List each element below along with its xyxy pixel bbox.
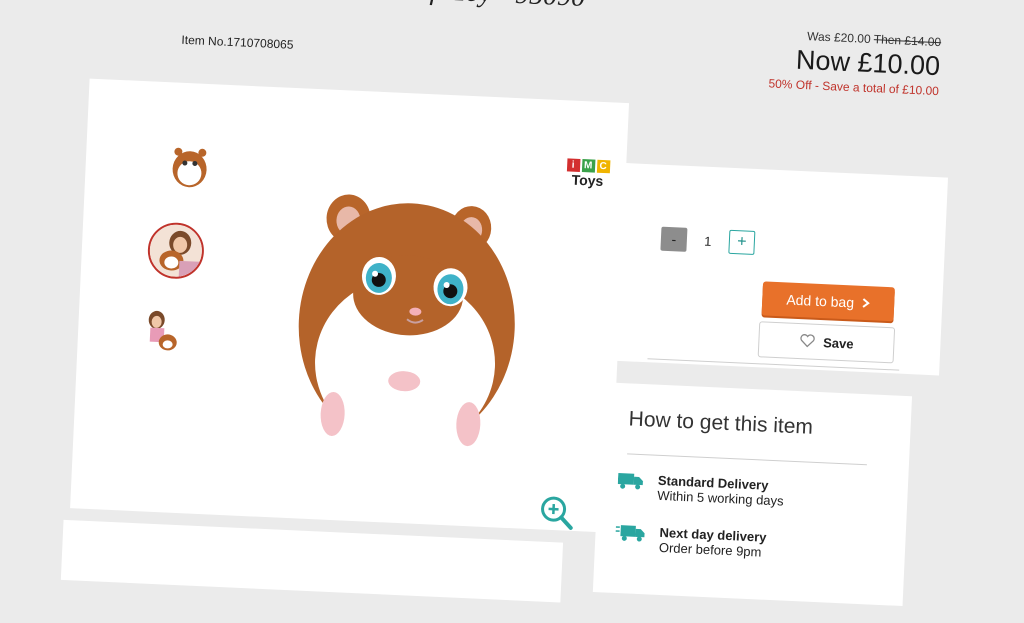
item-number: Item No.1710708065 — [181, 33, 294, 52]
zoom-icon[interactable] — [537, 493, 575, 536]
delivery-option-next-day: Next day delivery Order before 9pm — [615, 523, 767, 560]
truck-icon — [617, 471, 644, 495]
thumbnail-2[interactable] — [147, 221, 205, 279]
heart-icon — [799, 333, 816, 351]
now-price: Now £10.00 — [769, 43, 941, 82]
product-title: Bum Bam Hamster Soft Toy - 95090 — [182, 0, 643, 16]
thumbnail-1[interactable] — [163, 138, 217, 192]
brand-letter-3: C — [596, 160, 610, 174]
chevron-right-icon — [862, 295, 871, 311]
decrease-quantity-button[interactable]: - — [660, 227, 687, 252]
brand-logo: i M C Toys — [563, 158, 612, 189]
then-price: Then £14.00 — [873, 32, 941, 49]
add-to-bag-label: Add to bag — [786, 291, 854, 310]
divider — [627, 453, 867, 465]
brand-letter-2: M — [581, 159, 595, 173]
main-product-image — [283, 180, 535, 466]
product-gallery: i M C Toys — [70, 79, 629, 533]
quantity-value[interactable]: 1 — [687, 232, 730, 249]
save-button[interactable]: Save — [758, 321, 895, 363]
page: Bum Bam Hamster Soft Toy - 95090 Item No… — [0, 0, 1024, 599]
delivery-option-standard: Standard Delivery Within 5 working days — [617, 471, 785, 509]
thumbnail-3[interactable] — [135, 305, 189, 359]
quantity-stepper: - 1 + — [660, 227, 755, 255]
price-box: Was £20.00 Then £14.00 Now £10.00 50% Of… — [768, 27, 941, 98]
fast-truck-icon — [615, 523, 646, 547]
was-price: Was £20.00 — [807, 29, 871, 46]
purchase-panel: - 1 + Add to bag Save — [609, 163, 948, 376]
add-to-bag-button[interactable]: Add to bag — [762, 281, 895, 321]
save-label: Save — [823, 335, 854, 351]
brand-letter-1: i — [566, 158, 580, 172]
increase-quantity-button[interactable]: + — [728, 230, 755, 255]
brand-word: Toys — [563, 171, 612, 189]
delivery-panel: How to get this item Standard Delivery W… — [593, 382, 912, 606]
delivery-heading: How to get this item — [628, 407, 813, 439]
description-card — [61, 520, 563, 603]
